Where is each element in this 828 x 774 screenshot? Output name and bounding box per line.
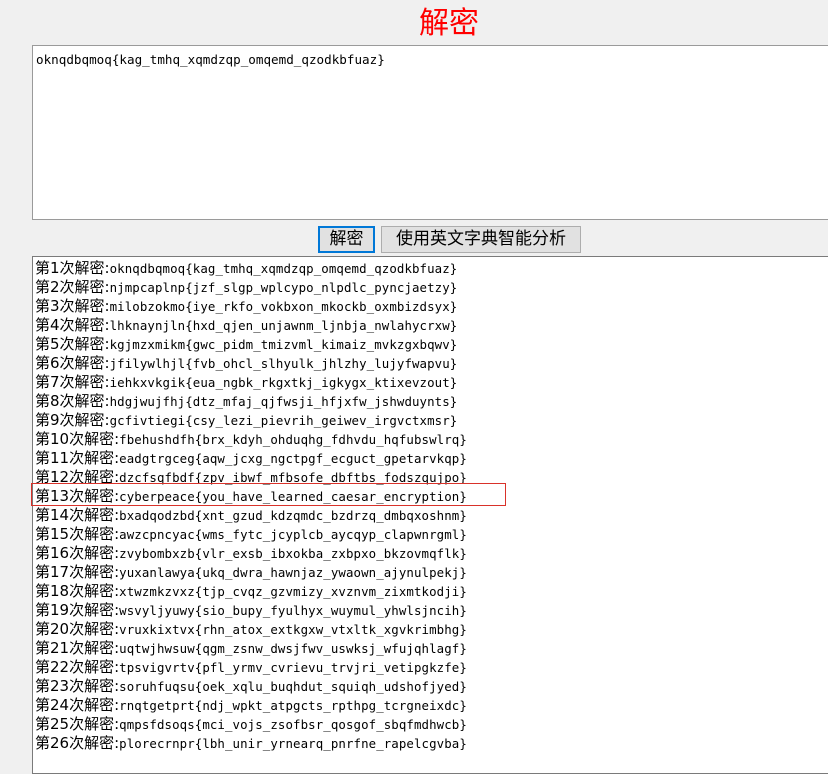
result-row-prefix: 第6次解密: <box>35 354 110 372</box>
result-row: 第21次解密:uqtwjhwsuw{qgm_zsnw_dwsjfwv_uswks… <box>35 639 828 658</box>
result-row: 第26次解密:plorecrnpr{lbh_unir_yrnearq_pnrfn… <box>35 734 828 753</box>
result-row-text: yuxanlawya{ukq_dwra_hawnjaz_ywaown_ajynu… <box>119 565 467 580</box>
result-row: 第13次解密:cyberpeace{you_have_learned_caesa… <box>35 487 828 506</box>
result-row: 第18次解密:xtwzmkzvxz{tjp_cvqz_gzvmizy_xvznv… <box>35 582 828 601</box>
result-row-text: xtwzmkzvxz{tjp_cvqz_gzvmizy_xvznvm_zixmt… <box>119 584 467 599</box>
result-row: 第5次解密:kgjmzxmikm{gwc_pidm_tmizvml_kimaiz… <box>35 335 828 354</box>
result-row-prefix: 第8次解密: <box>35 392 110 410</box>
result-row-prefix: 第4次解密: <box>35 316 110 334</box>
result-row-text: rnqtgetprt{ndj_wpkt_atpgcts_rpthpg_tcrgn… <box>119 698 467 713</box>
result-row-prefix: 第3次解密: <box>35 297 110 315</box>
result-row-prefix: 第15次解密: <box>35 525 120 543</box>
result-row: 第1次解密:oknqdbqmoq{kag_tmhq_xqmdzqp_omqemd… <box>35 259 828 278</box>
result-row-prefix: 第5次解密: <box>35 335 110 353</box>
result-row-text: bxadqodzbd{xnt_gzud_kdzqmdc_bzdrzq_dmbqx… <box>119 508 467 523</box>
result-row: 第6次解密:jfilywlhjl{fvb_ohcl_slhyulk_jhlzhy… <box>35 354 828 373</box>
dictionary-analyze-button[interactable]: 使用英文字典智能分析 <box>381 226 581 253</box>
result-row-text: eadgtrgceg{aqw_jcxg_ngctpgf_ecguct_gpeta… <box>119 451 467 466</box>
result-row-prefix: 第13次解密: <box>35 487 120 505</box>
result-row-prefix: 第26次解密: <box>35 734 120 752</box>
result-row-prefix: 第19次解密: <box>35 601 120 619</box>
results-list: 第1次解密:oknqdbqmoq{kag_tmhq_xqmdzqp_omqemd… <box>35 259 828 753</box>
result-row-prefix: 第7次解密: <box>35 373 110 391</box>
result-row-prefix: 第20次解密: <box>35 620 120 638</box>
result-row-text: jfilywlhjl{fvb_ohcl_slhyulk_jhlzhy_lujyf… <box>109 356 458 371</box>
result-row: 第22次解密:tpsvigvrtv{pfl_yrmv_cvrievu_trvjr… <box>35 658 828 677</box>
result-row: 第10次解密:fbehushdfh{brx_kdyh_ohduqhg_fdhvd… <box>35 430 828 449</box>
result-row-prefix: 第21次解密: <box>35 639 120 657</box>
result-row: 第7次解密:iehkxvkgik{eua_ngbk_rkgxtkj_igkygx… <box>35 373 828 392</box>
result-row: 第16次解密:zvybombxzb{vlr_exsb_ibxokba_zxbpx… <box>35 544 828 563</box>
result-row-text: tpsvigvrtv{pfl_yrmv_cvrievu_trvjri_vetip… <box>119 660 467 675</box>
result-row-text: cyberpeace{you_have_learned_caesar_encry… <box>119 489 467 504</box>
result-row: 第4次解密:lhknaynjln{hxd_qjen_unjawnm_ljnbja… <box>35 316 828 335</box>
results-output[interactable]: 第1次解密:oknqdbqmoq{kag_tmhq_xqmdzqp_omqemd… <box>32 256 828 774</box>
result-row-prefix: 第2次解密: <box>35 278 110 296</box>
result-row-text: plorecrnpr{lbh_unir_yrnearq_pnrfne_rapel… <box>119 736 467 751</box>
result-row-text: fbehushdfh{brx_kdyh_ohduqhg_fdhvdu_hqfub… <box>119 432 467 447</box>
result-row-text: awzcpncyac{wms_fytc_jcyplcb_aycqyp_clapw… <box>119 527 467 542</box>
result-row-prefix: 第14次解密: <box>35 506 120 524</box>
result-row: 第8次解密:hdgjwujfhj{dtz_mfaj_qjfwsji_hfjxfw… <box>35 392 828 411</box>
result-row: 第20次解密:vruxkixtvx{rhn_atox_extkgxw_vtxlt… <box>35 620 828 639</box>
result-row-text: milobzokmo{iye_rkfo_vokbxon_mkockb_oxmbi… <box>109 299 458 314</box>
result-row-text: njmpcaplnp{jzf_slgp_wplcypo_nlpdlc_pyncj… <box>109 280 458 295</box>
result-row-text: wsvyljyuwy{sio_bupy_fyulhyx_wuymul_yhwls… <box>119 603 467 618</box>
result-row: 第15次解密:awzcpncyac{wms_fytc_jcyplcb_aycqy… <box>35 525 828 544</box>
result-row: 第11次解密:eadgtrgceg{aqw_jcxg_ngctpgf_ecguc… <box>35 449 828 468</box>
result-row: 第12次解密:dzcfsqfbdf{zpv_ibwf_mfbsofe_dbftb… <box>35 468 828 487</box>
result-row: 第23次解密:soruhfuqsu{oek_xqlu_buqhdut_squiq… <box>35 677 828 696</box>
result-row-text: lhknaynjln{hxd_qjen_unjawnm_ljnbja_nwlah… <box>109 318 458 333</box>
result-row-prefix: 第17次解密: <box>35 563 120 581</box>
result-row: 第9次解密:gcfivtiegi{csy_lezi_pievrih_geiwev… <box>35 411 828 430</box>
result-row-prefix: 第1次解密: <box>35 259 110 277</box>
result-row: 第3次解密:milobzokmo{iye_rkfo_vokbxon_mkockb… <box>35 297 828 316</box>
result-row-prefix: 第11次解密: <box>35 449 120 467</box>
result-row-text: iehkxvkgik{eua_ngbk_rkgxtkj_igkygx_ktixe… <box>109 375 458 390</box>
result-row-prefix: 第16次解密: <box>35 544 120 562</box>
result-row-text: dzcfsqfbdf{zpv_ibwf_mfbsofe_dbftbs_fodsz… <box>119 470 467 485</box>
result-row-text: uqtwjhwsuw{qgm_zsnw_dwsjfwv_uswksj_wfujq… <box>119 641 467 656</box>
result-row-text: oknqdbqmoq{kag_tmhq_xqmdzqp_omqemd_qzodk… <box>109 261 458 276</box>
result-row: 第24次解密:rnqtgetprt{ndj_wpkt_atpgcts_rpthp… <box>35 696 828 715</box>
result-row-text: gcfivtiegi{csy_lezi_pievrih_geiwev_irgvc… <box>109 413 458 428</box>
result-row: 第14次解密:bxadqodzbd{xnt_gzud_kdzqmdc_bzdrz… <box>35 506 828 525</box>
result-row-text: kgjmzxmikm{gwc_pidm_tmizvml_kimaiz_mvkzg… <box>109 337 458 352</box>
ciphertext-input[interactable]: oknqdbqmoq{kag_tmhq_xqmdzqp_omqemd_qzodk… <box>32 45 828 220</box>
result-row-prefix: 第25次解密: <box>35 715 120 733</box>
result-row-prefix: 第9次解密: <box>35 411 110 429</box>
result-row-text: soruhfuqsu{oek_xqlu_buqhdut_squiqh_udsho… <box>119 679 467 694</box>
result-row: 第19次解密:wsvyljyuwy{sio_bupy_fyulhyx_wuymu… <box>35 601 828 620</box>
result-row-text: qmpsfdsoqs{mci_vojs_zsofbsr_qosgof_sbqfm… <box>119 717 467 732</box>
result-row: 第17次解密:yuxanlawya{ukq_dwra_hawnjaz_ywaow… <box>35 563 828 582</box>
result-row-text: hdgjwujfhj{dtz_mfaj_qjfwsji_hfjxfw_jshwd… <box>109 394 458 409</box>
result-row-prefix: 第23次解密: <box>35 677 120 695</box>
page-title: 解密 <box>419 6 479 41</box>
result-row-prefix: 第18次解密: <box>35 582 120 600</box>
result-row: 第2次解密:njmpcaplnp{jzf_slgp_wplcypo_nlpdlc… <box>35 278 828 297</box>
result-row-text: vruxkixtvx{rhn_atox_extkgxw_vtxltk_xgvkr… <box>119 622 467 637</box>
result-row-text: zvybombxzb{vlr_exsb_ibxokba_zxbpxo_bkzov… <box>119 546 467 561</box>
result-row-prefix: 第10次解密: <box>35 430 120 448</box>
result-row-prefix: 第24次解密: <box>35 696 120 714</box>
result-row: 第25次解密:qmpsfdsoqs{mci_vojs_zsofbsr_qosgo… <box>35 715 828 734</box>
result-row-prefix: 第12次解密: <box>35 468 120 486</box>
decrypt-button[interactable]: 解密 <box>318 226 375 253</box>
result-row-prefix: 第22次解密: <box>35 658 120 676</box>
